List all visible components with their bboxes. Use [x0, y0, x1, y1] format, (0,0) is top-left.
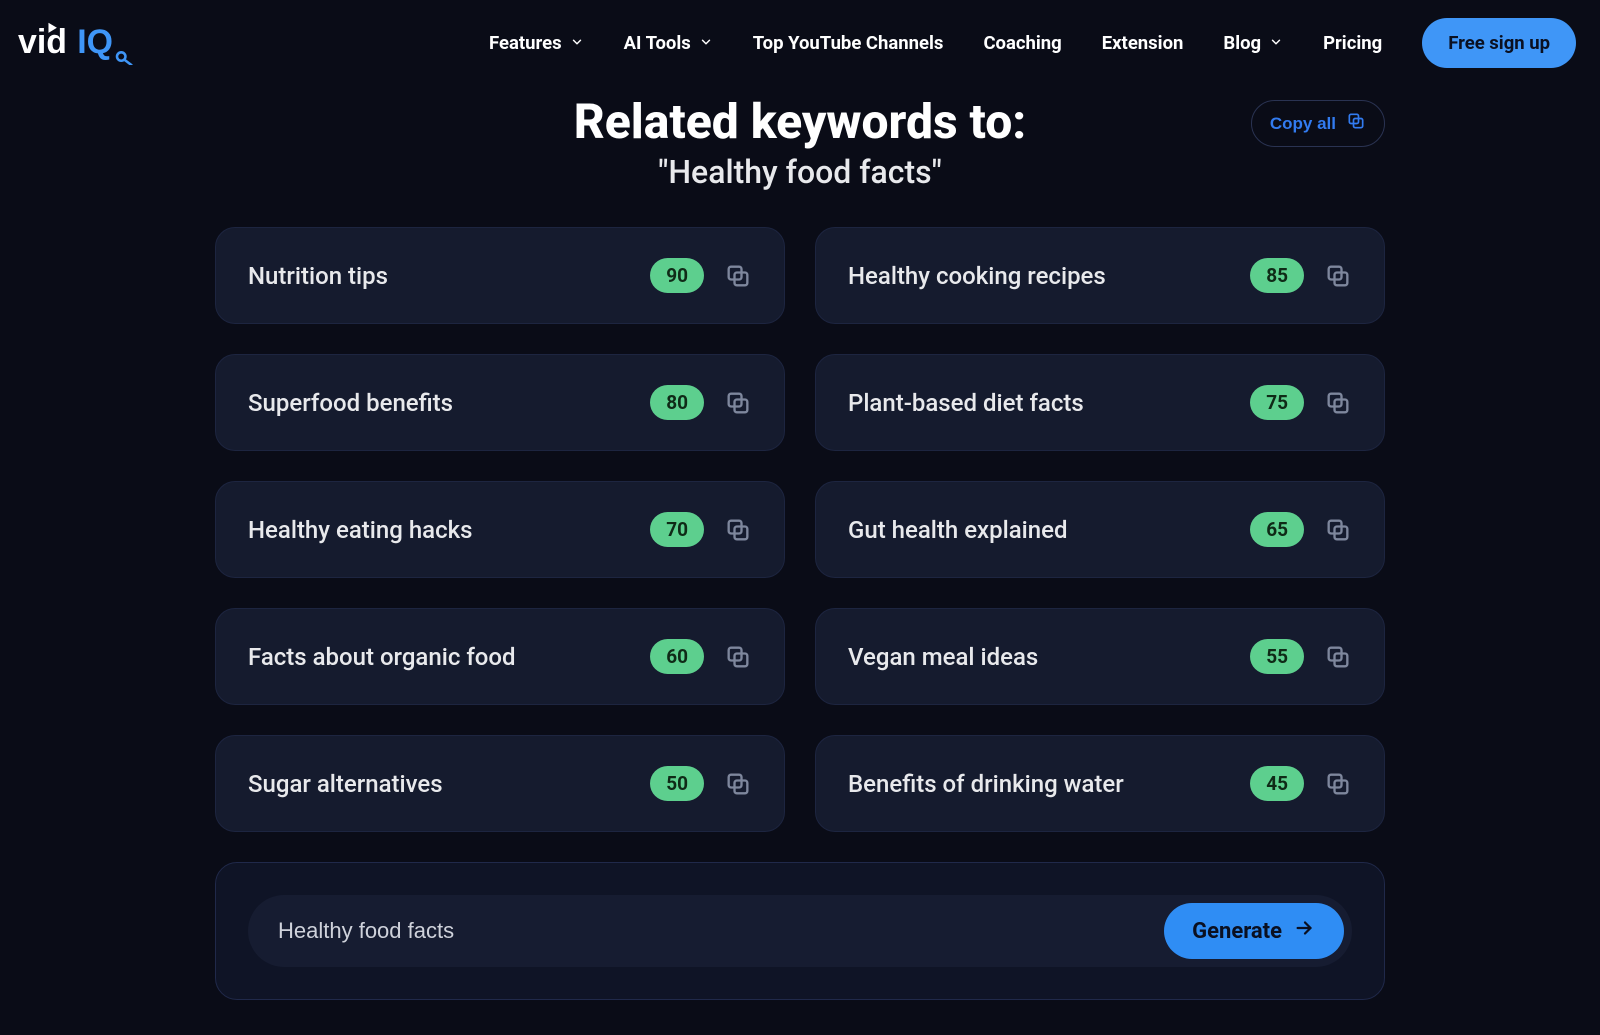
keyword-card: Healthy cooking recipes 85 [815, 227, 1385, 324]
copy-all-button[interactable]: Copy all [1251, 100, 1385, 147]
nav-link-label: Pricing [1323, 32, 1382, 54]
nav-link-label: Top YouTube Channels [753, 32, 944, 54]
score-badge: 90 [650, 258, 704, 293]
copy-icon[interactable] [724, 389, 752, 417]
copy-all-label: Copy all [1270, 114, 1336, 134]
keyword-label: Vegan meal ideas [848, 643, 1230, 671]
chevron-down-icon [570, 32, 584, 54]
copy-icon[interactable] [1324, 643, 1352, 671]
nav-link-blog[interactable]: Blog [1223, 32, 1283, 54]
keyword-label: Gut health explained [848, 516, 1230, 544]
query-subtitle: "Healthy food facts" [574, 153, 1027, 191]
title-block: Related keywords to: "Healthy food facts… [574, 94, 1027, 191]
copy-icon [1346, 111, 1366, 136]
nav-link-pricing[interactable]: Pricing [1323, 32, 1382, 54]
copy-icon[interactable] [724, 262, 752, 290]
score-badge: 65 [1250, 512, 1304, 547]
copy-icon[interactable] [1324, 262, 1352, 290]
score-badge: 70 [650, 512, 704, 547]
keyword-card: Superfood benefits 80 [215, 354, 785, 451]
nav-link-label: Blog [1223, 32, 1261, 54]
keyword-input[interactable] [278, 918, 1152, 944]
keyword-label: Facts about organic food [248, 643, 630, 671]
header-row: Related keywords to: "Healthy food facts… [215, 94, 1385, 191]
nav-items: Features AI Tools Top YouTube Channels Coac… [489, 18, 1576, 68]
keyword-card: Benefits of drinking water 45 [815, 735, 1385, 832]
copy-icon[interactable] [724, 516, 752, 544]
main-container: Related keywords to: "Healthy food facts… [215, 94, 1385, 1000]
nav-link-label: AI Tools [624, 32, 691, 54]
vidiq-logo[interactable]: vid IQ [18, 21, 153, 65]
keyword-card: Plant-based diet facts 75 [815, 354, 1385, 451]
score-badge: 75 [1250, 385, 1304, 420]
copy-icon[interactable] [1324, 389, 1352, 417]
keyword-card: Vegan meal ideas 55 [815, 608, 1385, 705]
keyword-card: Gut health explained 65 [815, 481, 1385, 578]
nav-link-label: Features [489, 32, 562, 54]
generate-panel: Generate [215, 862, 1385, 1000]
keyword-label: Benefits of drinking water [848, 770, 1230, 798]
score-badge: 60 [650, 639, 704, 674]
score-badge: 55 [1250, 639, 1304, 674]
copy-icon[interactable] [724, 770, 752, 798]
chevron-down-icon [1269, 32, 1283, 54]
keyword-label: Superfood benefits [248, 389, 630, 417]
generate-button-label: Generate [1192, 919, 1282, 944]
keyword-label: Sugar alternatives [248, 770, 630, 798]
nav-link-label: Extension [1102, 32, 1184, 54]
keyword-card: Nutrition tips 90 [215, 227, 785, 324]
arrow-right-icon [1294, 917, 1316, 945]
page-title: Related keywords to: [574, 94, 1027, 149]
nav-link-extension[interactable]: Extension [1102, 32, 1184, 54]
svg-text:IQ: IQ [77, 23, 113, 61]
copy-icon[interactable] [1324, 770, 1352, 798]
top-nav: vid IQ Features AI Tools Top YouTube Chann… [0, 0, 1600, 86]
keyword-card: Facts about organic food 60 [215, 608, 785, 705]
nav-link-top-youtube-channels[interactable]: Top YouTube Channels [753, 32, 944, 54]
keyword-card: Sugar alternatives 50 [215, 735, 785, 832]
nav-link-features[interactable]: Features [489, 32, 584, 54]
keyword-label: Plant-based diet facts [848, 389, 1230, 417]
keyword-card: Healthy eating hacks 70 [215, 481, 785, 578]
chevron-down-icon [699, 32, 713, 54]
copy-icon[interactable] [724, 643, 752, 671]
keyword-label: Healthy cooking recipes [848, 262, 1230, 290]
generate-row: Generate [248, 895, 1352, 967]
generate-button[interactable]: Generate [1164, 903, 1344, 959]
svg-text:vid: vid [18, 23, 67, 61]
signup-button-label: Free sign up [1448, 32, 1550, 54]
score-badge: 50 [650, 766, 704, 801]
nav-link-label: Coaching [983, 32, 1061, 54]
score-badge: 45 [1250, 766, 1304, 801]
nav-link-coaching[interactable]: Coaching [983, 32, 1061, 54]
keyword-label: Healthy eating hacks [248, 516, 630, 544]
signup-button[interactable]: Free sign up [1422, 18, 1576, 68]
keywords-grid: Nutrition tips 90 Healthy cooking recipes 8… [215, 227, 1385, 832]
score-badge: 80 [650, 385, 704, 420]
keyword-label: Nutrition tips [248, 262, 630, 290]
score-badge: 85 [1250, 258, 1304, 293]
copy-icon[interactable] [1324, 516, 1352, 544]
nav-link-ai-tools[interactable]: AI Tools [624, 32, 713, 54]
